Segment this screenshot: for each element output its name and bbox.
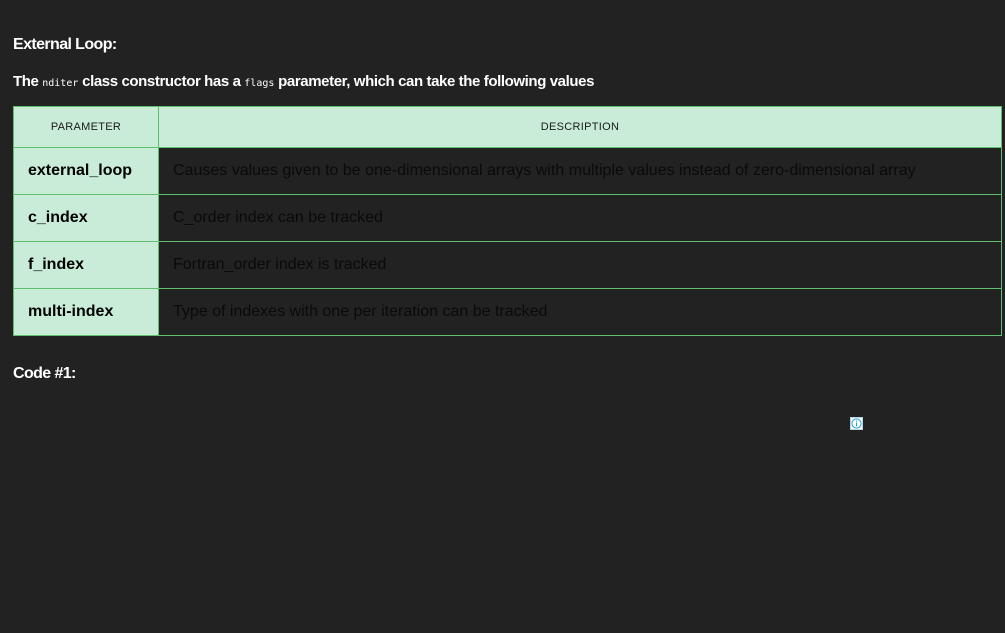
param-cell: external_loop	[13, 147, 159, 195]
parameter-table: PARAMETER DESCRIPTION external_loop Caus…	[13, 106, 1002, 336]
info-icon	[851, 418, 862, 429]
param-cell: multi-index	[13, 288, 159, 336]
description-cell: Fortran_order index is tracked	[158, 241, 1002, 289]
table-header-row: PARAMETER DESCRIPTION	[13, 106, 1002, 148]
code-heading: Code #1:	[13, 365, 76, 382]
table-row: f_index Fortran_order index is tracked	[13, 241, 1002, 289]
header-description: DESCRIPTION	[158, 106, 1002, 148]
table-row: c_index C_order index can be tracked	[13, 194, 1002, 242]
table-row: external_loop Causes values given to be …	[13, 147, 1002, 195]
description-cell: Type of indexes with one per iteration c…	[158, 288, 1002, 336]
param-cell: f_index	[13, 241, 159, 289]
ad-info-button[interactable]	[850, 417, 863, 430]
description-cell: C_order index can be tracked	[158, 194, 1002, 242]
intro-text-after: parameter, which can take the following …	[274, 73, 595, 90]
inline-code-flags: flags	[244, 78, 275, 89]
section-heading: External Loop:	[13, 36, 117, 53]
header-parameter: PARAMETER	[13, 106, 159, 148]
description-cell: Causes values given to be one-dimensiona…	[158, 147, 1002, 195]
intro-text-middle: class constructor has a	[78, 73, 245, 90]
param-cell: c_index	[13, 194, 159, 242]
intro-paragraph: The nditer class constructor has a flags…	[13, 72, 594, 94]
inline-code-nditer: nditer	[42, 78, 79, 89]
table-row: multi-index Type of indexes with one per…	[13, 288, 1002, 336]
intro-text-before: The	[13, 73, 43, 90]
